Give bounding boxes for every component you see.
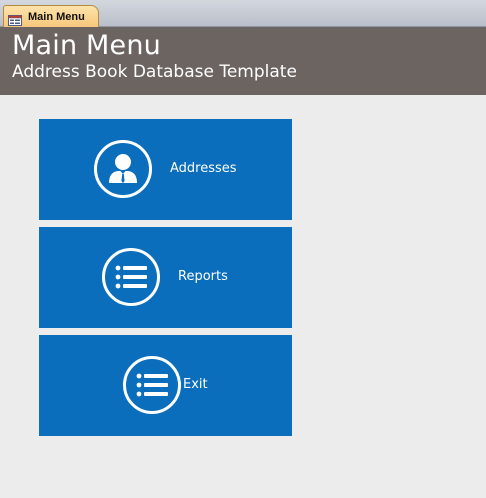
exit-button[interactable]: Exit — [39, 335, 292, 436]
list-icon — [102, 248, 160, 306]
document-tab-strip: Main Menu — [0, 0, 486, 27]
form-header: Main Menu Address Book Database Template — [0, 27, 486, 95]
addresses-label: Addresses — [170, 161, 237, 176]
tab-label: Main Menu — [28, 10, 85, 23]
list-icon — [123, 356, 181, 414]
addresses-button[interactable]: Addresses — [39, 119, 292, 220]
person-icon — [94, 140, 152, 198]
form-icon — [8, 11, 22, 26]
page-title: Main Menu — [12, 30, 161, 61]
exit-label: Exit — [183, 377, 208, 392]
tab-main-menu[interactable]: Main Menu — [3, 5, 99, 27]
reports-button[interactable]: Reports — [39, 227, 292, 328]
reports-label: Reports — [178, 269, 228, 284]
page-subtitle: Address Book Database Template — [12, 62, 297, 82]
